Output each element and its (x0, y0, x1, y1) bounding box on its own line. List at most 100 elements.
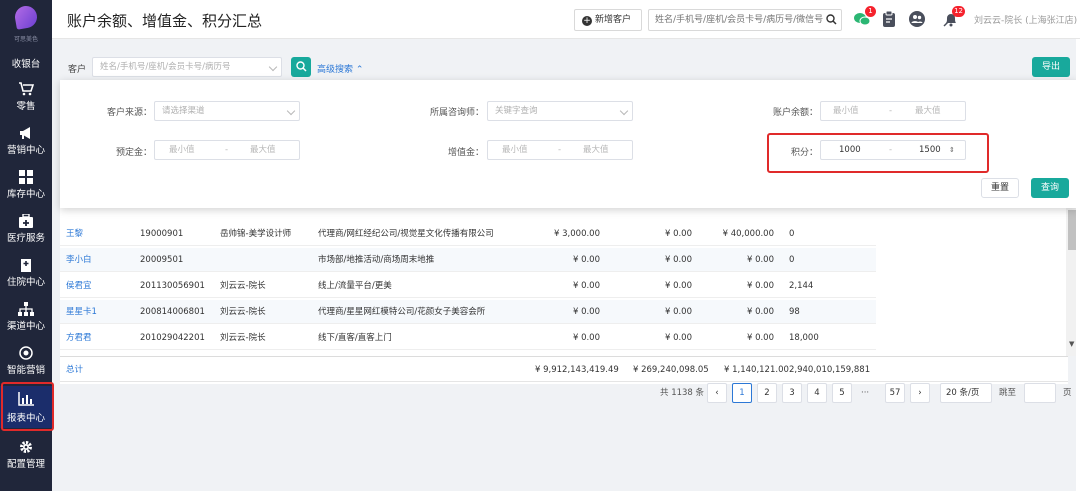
advanced-search-toggle[interactable]: 高级搜索 ⌃ (317, 62, 363, 75)
sidebar-item-label: 零售 (16, 101, 36, 112)
plus-icon: + (582, 16, 592, 26)
account-balance: ¥ 0.00 (572, 281, 600, 291)
wechat-button[interactable]: 1 (853, 6, 876, 28)
balance-label: 账户余额： (772, 108, 818, 118)
sidebar-item-settings[interactable]: 配置管理 (0, 436, 52, 474)
sidebar-item-channel[interactable]: 渠道中心 (0, 298, 52, 336)
points: 2,144 (789, 281, 814, 291)
sidebar-item-retail[interactable]: 零售 (0, 78, 52, 116)
value-max-input[interactable]: 最大值 (583, 141, 609, 159)
chevron-down-icon (619, 106, 629, 116)
sidebar-item-label: 渠道中心 (6, 321, 45, 332)
value-added: ¥ 0.00 (746, 333, 774, 343)
deposit-min-input[interactable]: 最小值 (169, 141, 195, 159)
reset-button[interactable]: 重置 (981, 178, 1019, 198)
sidebar-item-cashier[interactable]: 收银台 (0, 44, 52, 82)
customer-label: 客户 (68, 65, 87, 75)
deposit: ¥ 0.00 (664, 307, 692, 317)
deposit-range: 最小值 - 最大值 (154, 140, 300, 160)
total-value-added: ¥ 1,140,121.00 (724, 365, 789, 375)
gear-icon (20, 441, 32, 453)
filter-toolbar: 客户 姓名/手机号/座机/会员卡号/病历号 高级搜索 ⌃ 导出 (52, 48, 1080, 82)
pagination-ellipsis[interactable]: ··· (861, 383, 869, 403)
hospital-icon (21, 259, 31, 272)
scrollbar-thumb[interactable] (1068, 210, 1076, 250)
right-edge-strip (1076, 39, 1080, 491)
members-button[interactable] (908, 10, 926, 28)
consultant-search[interactable]: 关键字查询 (487, 101, 633, 121)
balance-min-input[interactable]: 最小值 (833, 102, 859, 120)
notification-badge: 12 (952, 6, 965, 17)
page-4-button[interactable]: 4 (807, 383, 827, 403)
tasks-button[interactable] (880, 10, 898, 28)
points: 98 (789, 307, 800, 317)
page-1-button[interactable]: 1 (732, 383, 752, 403)
page-suffix: 页 (1063, 388, 1072, 398)
last-page-button[interactable]: 57 (885, 383, 905, 403)
chevron-right-icon: › (918, 388, 922, 398)
search-icon[interactable] (826, 14, 837, 25)
global-search-input[interactable] (655, 13, 825, 27)
points-highlight-box (767, 133, 989, 173)
chevron-down-icon (286, 106, 296, 116)
sitemap-icon (18, 302, 34, 316)
notifications-button[interactable]: 12 (942, 6, 965, 28)
sidebar-item-label: 医疗服务 (6, 233, 45, 244)
clipboard-icon (883, 10, 895, 27)
customer-name-link[interactable]: 星星卡1 (66, 300, 97, 324)
page-5-button[interactable]: 5 (832, 383, 852, 403)
customer-search-button[interactable] (291, 57, 311, 77)
customer-source: 市场部/地推活动/商场周末地推 (318, 255, 435, 265)
card-number: 201130056901 (140, 281, 205, 291)
table-row[interactable]: 方君君 201029042201 刘云云-院长 线下/直客/直客上门 ¥ 0.0… (60, 326, 876, 350)
table-row[interactable]: 王黎 19000901 岳帅锦-美学设计师 代理商/网红经纪公司/视觉星文化传播… (60, 222, 876, 246)
top-header: 账户余额、增值金、积分汇总 +新增客户 1 12 刘云云-院长 (上海张江店) (52, 0, 1080, 39)
source-select[interactable]: 请选择渠道 (154, 101, 300, 121)
sidebar-item-smart-marketing[interactable]: 智能营销 (0, 342, 52, 380)
chevron-up-icon: ⌃ (355, 65, 364, 75)
balance-max-input[interactable]: 最大值 (915, 102, 941, 120)
card-number: 19000901 (140, 229, 184, 239)
jump-page-input[interactable] (1024, 383, 1056, 403)
export-button[interactable]: 导出 (1032, 57, 1070, 77)
page-2-button[interactable]: 2 (757, 383, 777, 403)
consultant-label: 所属咨询师： (429, 108, 484, 118)
value-added: ¥ 0.00 (746, 281, 774, 291)
table-row[interactable]: 李小白 20009501 市场部/地推活动/商场周末地推 ¥ 0.00 ¥ 0.… (60, 248, 876, 272)
reports-highlight-box (1, 382, 54, 431)
users-icon (909, 11, 925, 27)
customer-select[interactable]: 姓名/手机号/座机/会员卡号/病历号 (92, 57, 282, 77)
cart-icon (19, 82, 34, 96)
scroll-down-icon[interactable]: ▼ (1069, 340, 1074, 348)
sidebar-item-medical[interactable]: 医疗服务 (0, 210, 52, 248)
prev-page-button[interactable]: ‹ (707, 383, 727, 403)
customer-name-link[interactable]: 王黎 (66, 222, 83, 246)
add-customer-button[interactable]: + 新增客户 (574, 9, 642, 31)
page-size-select[interactable]: 20 条/页 (940, 383, 992, 403)
query-button[interactable]: 查询 (1031, 178, 1069, 198)
table-row[interactable]: 侯君宜 201130056901 刘云云-院长 线上/流量平台/更美 ¥ 0.0… (60, 274, 876, 298)
customer-name-link[interactable]: 李小白 (66, 248, 92, 272)
customer-name-link[interactable]: 方君君 (66, 326, 92, 350)
table-row[interactable]: 星星卡1 200814006801 刘云云-院长 代理商/星星网红模特公司/花颜… (60, 300, 876, 324)
next-page-button[interactable]: › (910, 383, 930, 403)
logo-text: 可思美色 (13, 36, 38, 43)
current-user-menu[interactable]: 刘云云-院长 (上海张江店) (974, 13, 1077, 26)
consultant: 刘云云-院长 (220, 333, 266, 343)
customer-placeholder: 姓名/手机号/座机/会员卡号/病历号 (100, 62, 231, 72)
grid-icon (19, 170, 33, 184)
sidebar-item-marketing[interactable]: 营销中心 (0, 122, 52, 160)
sidebar-item-inventory[interactable]: 库存中心 (0, 166, 52, 204)
range-dash: - (225, 145, 229, 155)
value-min-input[interactable]: 最小值 (502, 141, 528, 159)
consultant: 刘云云-院长 (220, 307, 266, 317)
customer-source: 线下/直客/直客上门 (318, 333, 392, 343)
customer-name-link[interactable]: 侯君宜 (66, 274, 92, 298)
deposit: ¥ 0.00 (664, 255, 692, 265)
sidebar-item-label: 智能营销 (6, 365, 45, 376)
page-3-button[interactable]: 3 (782, 383, 802, 403)
total-points: 2,940,010,159,881 (789, 365, 871, 375)
sidebar-item-inpatient[interactable]: 住院中心 (0, 254, 52, 292)
wechat-badge: 1 (865, 6, 876, 17)
deposit-max-input[interactable]: 最大值 (250, 141, 276, 159)
